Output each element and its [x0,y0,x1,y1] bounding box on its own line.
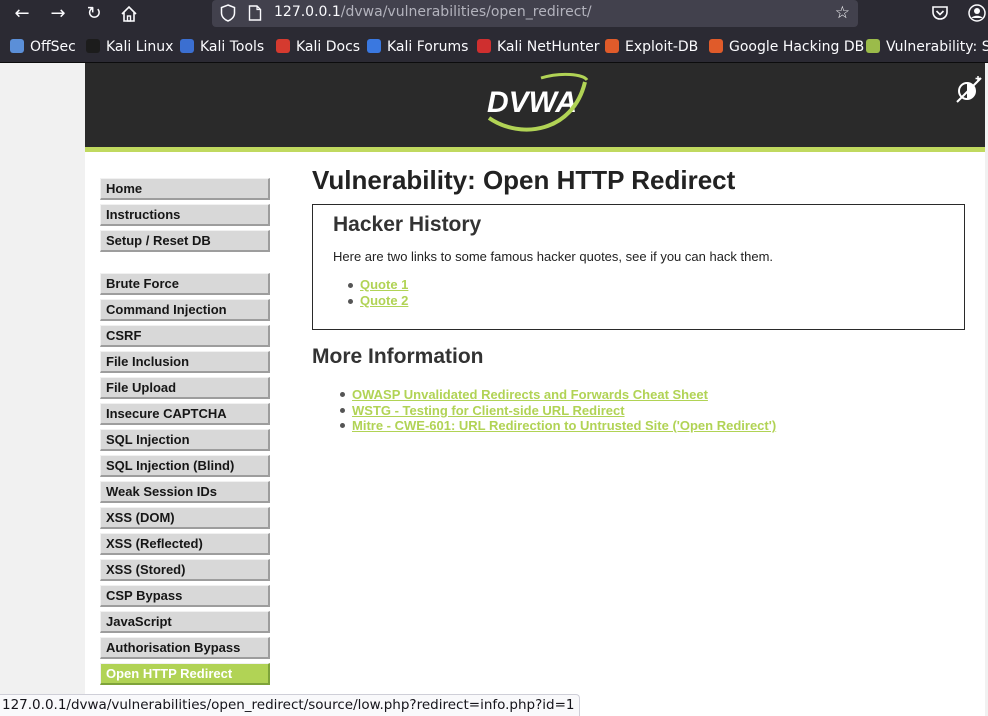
bookmark-kali-linux[interactable]: Kali Linux [86,39,173,55]
bookmark-label: Kali Tools [200,39,265,55]
list-item: Mitre - CWE-601: URL Redirection to Untr… [340,418,965,434]
forward-icon[interactable]: → [44,2,72,26]
bookmark-favicon-icon [709,39,723,53]
pocket-icon[interactable] [930,3,950,23]
bookmark-favicon-icon [866,39,880,53]
bookmark-vulnerability-st[interactable]: Vulnerability: St [866,39,988,55]
page-icon [248,5,262,21]
bookmark-exploit-db[interactable]: Exploit-DB [605,39,698,55]
menu-item-xss-dom[interactable]: XSS (DOM) [100,507,270,529]
vulnerable-code-area: Hacker History Here are two links to som… [312,204,965,330]
menu-item-instructions[interactable]: Instructions [100,204,270,226]
bookmark-label: Google Hacking DB [729,39,865,55]
owasp-link[interactable]: OWASP Unvalidated Redirects and Forwards… [352,387,708,402]
bookmark-favicon-icon [86,39,100,53]
menu-item-home[interactable]: Home [100,178,270,200]
header-divider [85,147,985,152]
dvwa-logo: DVWA [487,72,589,132]
more-info-title: More Information [312,345,484,368]
dvwa-header: DVWA [85,63,985,147]
url-bar[interactable]: 127.0.0.1/dvwa/vulnerabilities/open_redi… [212,0,858,27]
link-status-bar: 127.0.0.1/dvwa/vulnerabilities/open_redi… [0,694,580,716]
bookmark-label: Kali NetHunter [497,39,600,55]
home-icon[interactable] [115,2,143,26]
bookmark-favicon-icon [180,39,194,53]
menu-item-brute-force[interactable]: Brute Force [100,273,270,295]
menu-item-javascript[interactable]: JavaScript [100,611,270,633]
mitre-link[interactable]: Mitre - CWE-601: URL Redirection to Untr… [352,418,776,433]
star-icon[interactable]: ☆ [835,3,850,23]
bookmark-label: Exploit-DB [625,39,699,55]
menu-item-csp-bypass[interactable]: CSP Bypass [100,585,270,607]
more-info-links: OWASP Unvalidated Redirects and Forwards… [312,387,965,434]
menu-item-weak-session-ids[interactable]: Weak Session IDs [100,481,270,503]
bookmark-label: Kali Linux [106,39,174,55]
list-item: Quote 1 [348,277,944,293]
theme-toggle-icon[interactable] [953,74,985,106]
menu-item-open-http-redirect[interactable]: Open HTTP Redirect [100,663,270,685]
bookmark-favicon-icon [10,39,24,53]
menu-item-xss-stored[interactable]: XSS (Stored) [100,559,270,581]
menu-item-insecure-captcha[interactable]: Insecure CAPTCHA [100,403,270,425]
bookmark-favicon-icon [477,39,491,53]
menu-item-authorisation-bypass[interactable]: Authorisation Bypass [100,637,270,659]
menu-item-command-injection[interactable]: Command Injection [100,299,270,321]
main-body: Vulnerability: Open HTTP Redirect Hacker… [312,164,965,434]
bookmark-favicon-icon [605,39,619,53]
menu-item-xss-reflected[interactable]: XSS (Reflected) [100,533,270,555]
bookmark-kali-nethunter[interactable]: Kali NetHunter [477,39,599,55]
bookmark-label: OffSec [30,39,76,55]
box-description: Here are two links to some famous hacker… [333,249,774,264]
menu-item-sql-injection[interactable]: SQL Injection [100,429,270,451]
bookmarks-bar: OffSec Kali Linux Kali Tools Kali Docs Kali … [0,34,988,63]
url-text[interactable]: 127.0.0.1/dvwa/vulnerabilities/open_redi… [274,4,592,20]
menu-item-setup-reset-db[interactable]: Setup / Reset DB [100,230,270,252]
menu-item-csrf[interactable]: CSRF [100,325,270,347]
bookmark-offsec[interactable]: OffSec [10,39,76,55]
menu-item-file-inclusion[interactable]: File Inclusion [100,351,270,373]
page-title: Vulnerability: Open HTTP Redirect [312,165,736,195]
bookmark-favicon-icon [367,39,381,53]
bookmark-kali-tools[interactable]: Kali Tools [180,39,264,55]
account-icon[interactable] [966,3,988,23]
quote-1-link[interactable]: Quote 1 [360,277,408,292]
bookmark-kali-forums[interactable]: Kali Forums [367,39,468,55]
box-title: Hacker History [333,213,482,236]
back-icon[interactable]: ← [8,2,36,26]
bookmark-favicon-icon [276,39,290,53]
menu-spacer [100,256,270,273]
bookmark-label: Kali Forums [387,39,469,55]
reload-icon[interactable]: ↻ [80,2,108,26]
quote-2-link[interactable]: Quote 2 [360,293,408,308]
list-item: WSTG - Testing for Client-side URL Redir… [340,403,965,419]
bookmark-kali-docs[interactable]: Kali Docs [276,39,360,55]
bookmark-label: Kali Docs [296,39,361,55]
menu-item-sql-injection-blind[interactable]: SQL Injection (Blind) [100,455,270,477]
quote-links: Quote 1 Quote 2 [333,277,944,309]
bookmark-google-hacking-db[interactable]: Google Hacking DB [709,39,864,55]
page-margin [0,63,85,716]
shield-icon[interactable] [220,4,236,22]
url-host: 127.0.0.1 [274,4,341,20]
menu-item-file-upload[interactable]: File Upload [100,377,270,399]
browser-toolbar: ← → ↻ 127.0.0.1/dvwa/vulnerabilities/ope… [0,0,988,34]
list-item: OWASP Unvalidated Redirects and Forwards… [340,387,965,403]
wstg-link[interactable]: WSTG - Testing for Client-side URL Redir… [352,403,625,418]
main-menu: Home Instructions Setup / Reset DB Brute Fo… [100,178,270,689]
url-path: /dvwa/vulnerabilities/open_redirect/ [340,4,592,20]
list-item: Quote 2 [348,293,944,309]
svg-text:DVWA: DVWA [487,86,577,119]
bookmark-label: Vulnerability: St [886,39,988,55]
